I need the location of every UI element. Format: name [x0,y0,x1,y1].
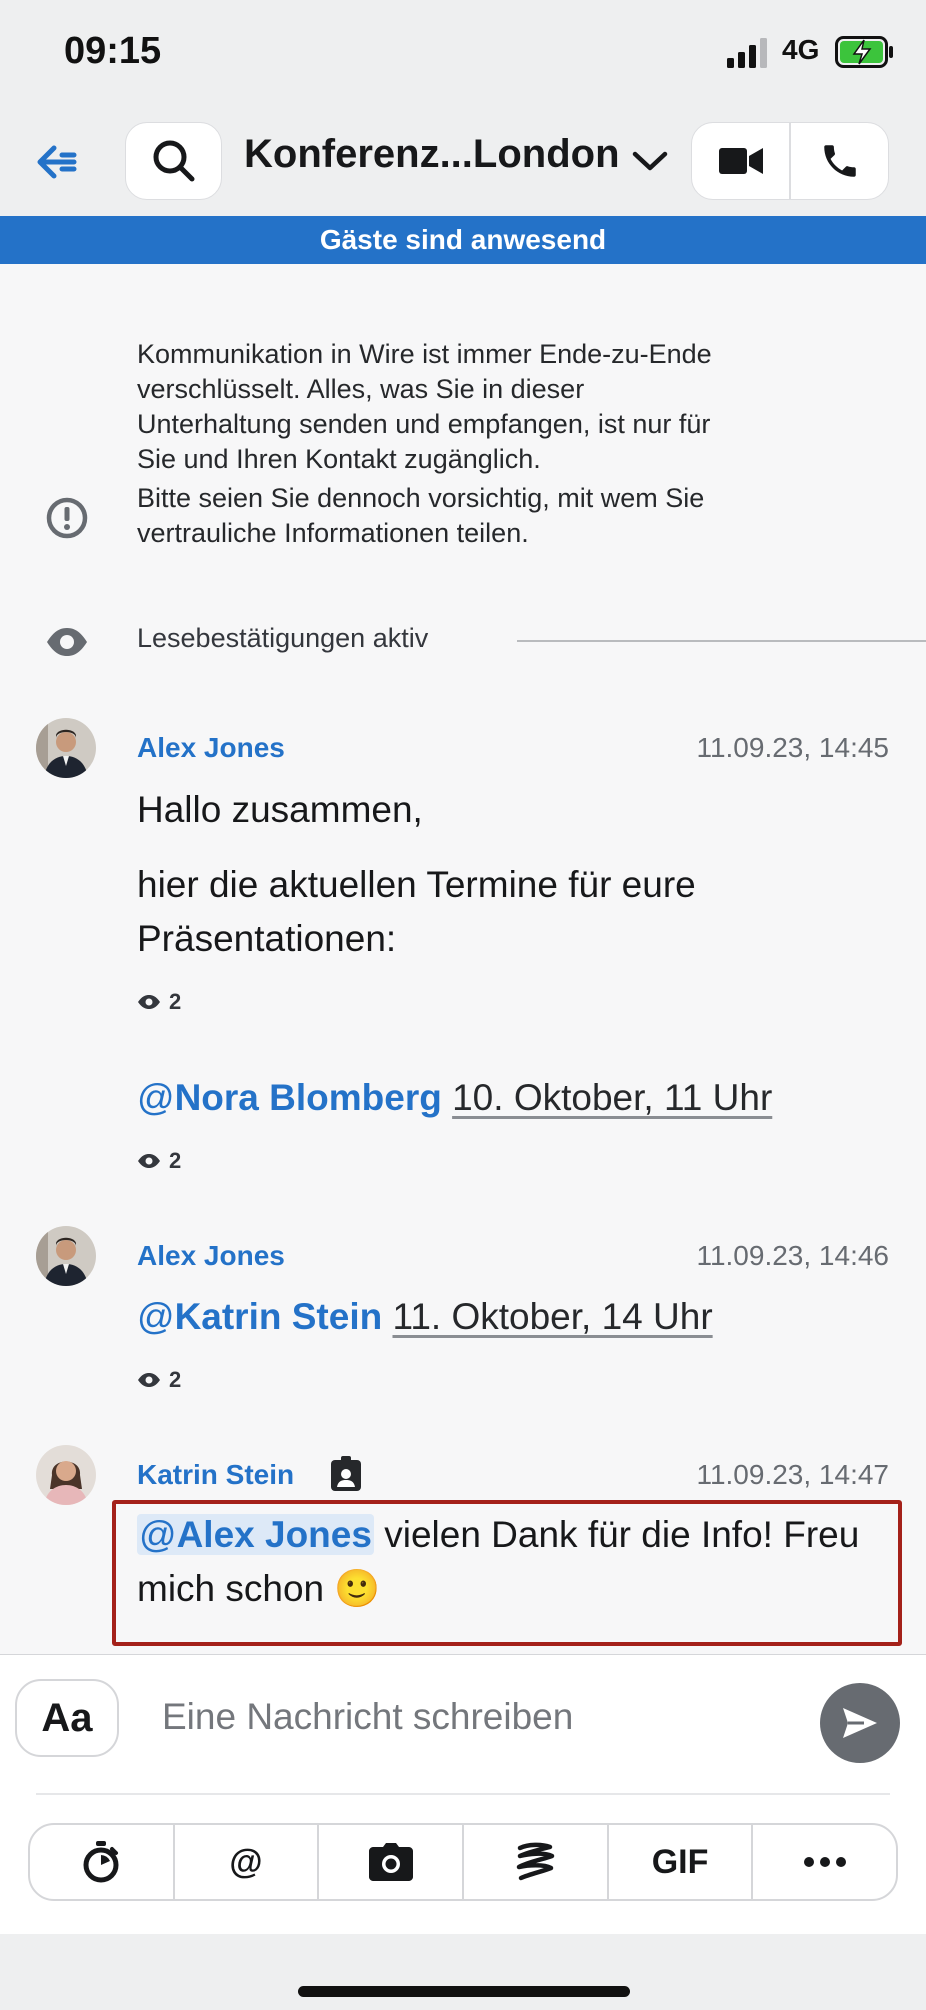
eye-icon [138,995,160,1009]
conversation-header: Konferenz...London [0,110,926,216]
divider [517,640,926,642]
notice-line: Bitte seien Sie dennoch vorsichtig, mit … [137,483,705,513]
mention-at: @ [137,1296,175,1337]
more-button[interactable] [753,1825,896,1899]
signal-icon [727,38,767,68]
message-text: Hallo zusammen, [137,789,423,830]
date-link[interactable]: 10. Oktober, 11 Uhr [452,1077,772,1118]
sender-name[interactable]: Katrin Stein [137,1459,294,1491]
encryption-notice: Kommunikation in Wire ist immer Ende-zu-… [137,337,857,551]
call-buttons [691,122,889,200]
eye-icon [138,1373,160,1387]
notice-line: vertrauliche Informationen teilen. [137,518,529,548]
send-button[interactable] [820,1683,900,1763]
conversation-title[interactable]: Konferenz...London [244,132,620,177]
message-input[interactable] [160,1687,780,1747]
exclamation-circle-icon [46,497,88,539]
status-time: 09:15 [64,30,162,72]
message-text: hier die aktuellen Termine für eure Präs… [137,864,696,959]
sketch-icon [517,1842,555,1881]
audio-call-button[interactable] [791,123,888,199]
notice-line: Sie und Ihren Kontakt zugänglich. [137,444,541,474]
mention-at: @ [137,1077,175,1118]
sender-name[interactable]: Alex Jones [137,732,285,764]
message-timestamp: 11.09.23, 14:45 [696,732,889,763]
seen-indicator[interactable]: 2 [137,1147,181,1175]
search-button[interactable] [125,122,222,200]
status-bar: 09:15 4G [0,0,926,110]
date-link[interactable]: 11. Oktober, 14 Uhr [392,1296,712,1337]
timer-icon [83,1841,119,1883]
message-text: @Nora Blomberg 10. Oktober, 11 Uhr [137,1071,897,1125]
read-receipts-label: Lesebestätigungen aktiv [137,623,429,653]
seen-indicator[interactable]: 2 [137,1366,181,1394]
timed-message-button[interactable] [30,1825,175,1899]
avatar-image [36,1226,96,1286]
highlight-frame [112,1500,902,1646]
composer-toolbar: @ GIF [28,1823,898,1901]
read-receipts-row: Lesebestätigungen aktiv [0,618,926,662]
phone-icon [823,145,856,177]
network-type: 4G [782,34,820,65]
avatar-katrin-stein[interactable] [36,1445,96,1505]
message-text: @Katrin Stein 11. Oktober, 14 Uhr [137,1290,897,1344]
seen-count: 2 [169,989,182,1014]
eye-icon [138,1154,160,1168]
home-area [0,1934,926,2010]
notice-line: Kommunikation in Wire ist immer Ende-zu-… [137,339,712,369]
avatar-image [36,718,96,778]
gif-button[interactable]: GIF [609,1825,754,1899]
sender-name[interactable]: Alex Jones [137,1240,285,1272]
eye-icon [47,628,87,656]
camera-icon [368,1843,413,1881]
video-camera-icon [718,148,763,174]
mention-katrin-stein[interactable]: Katrin Stein [175,1296,383,1337]
mention-button[interactable]: @ [175,1825,320,1899]
chevron-down-icon[interactable] [631,146,669,176]
seen-count: 2 [169,1148,182,1173]
seen-indicator[interactable]: 2 [137,988,181,1016]
message-timestamp: 11.09.23, 14:47 [696,1459,889,1490]
divider [36,1793,890,1795]
camera-button[interactable] [319,1825,465,1899]
avatar-image [36,1445,96,1505]
send-icon [843,1708,877,1738]
mention-nora-blomberg[interactable]: Nora Blomberg [175,1077,442,1118]
avatar-alex-jones[interactable] [36,718,96,778]
more-dots-icon [803,1857,846,1867]
guests-present-banner: Gäste sind anwesend [0,216,926,264]
back-button[interactable] [30,136,82,188]
search-icon [153,140,194,182]
guest-badge-icon [331,1456,361,1491]
battery-charging-icon [835,36,893,68]
video-call-button[interactable] [692,123,791,199]
avatar-alex-jones[interactable] [36,1226,96,1286]
message-composer: Aa @ GIF [0,1654,926,1934]
seen-count: 2 [169,1367,182,1392]
notice-line: Unterhaltung senden und empfangen, ist n… [137,409,711,439]
text-format-button[interactable]: Aa [15,1679,119,1757]
sketch-button[interactable] [464,1825,609,1899]
notice-line: verschlüsselt. Alles, was Sie in dieser [137,374,585,404]
message-timestamp: 11.09.23, 14:46 [696,1240,889,1271]
arrow-left-icon [37,145,77,179]
home-indicator[interactable] [298,1986,630,1997]
